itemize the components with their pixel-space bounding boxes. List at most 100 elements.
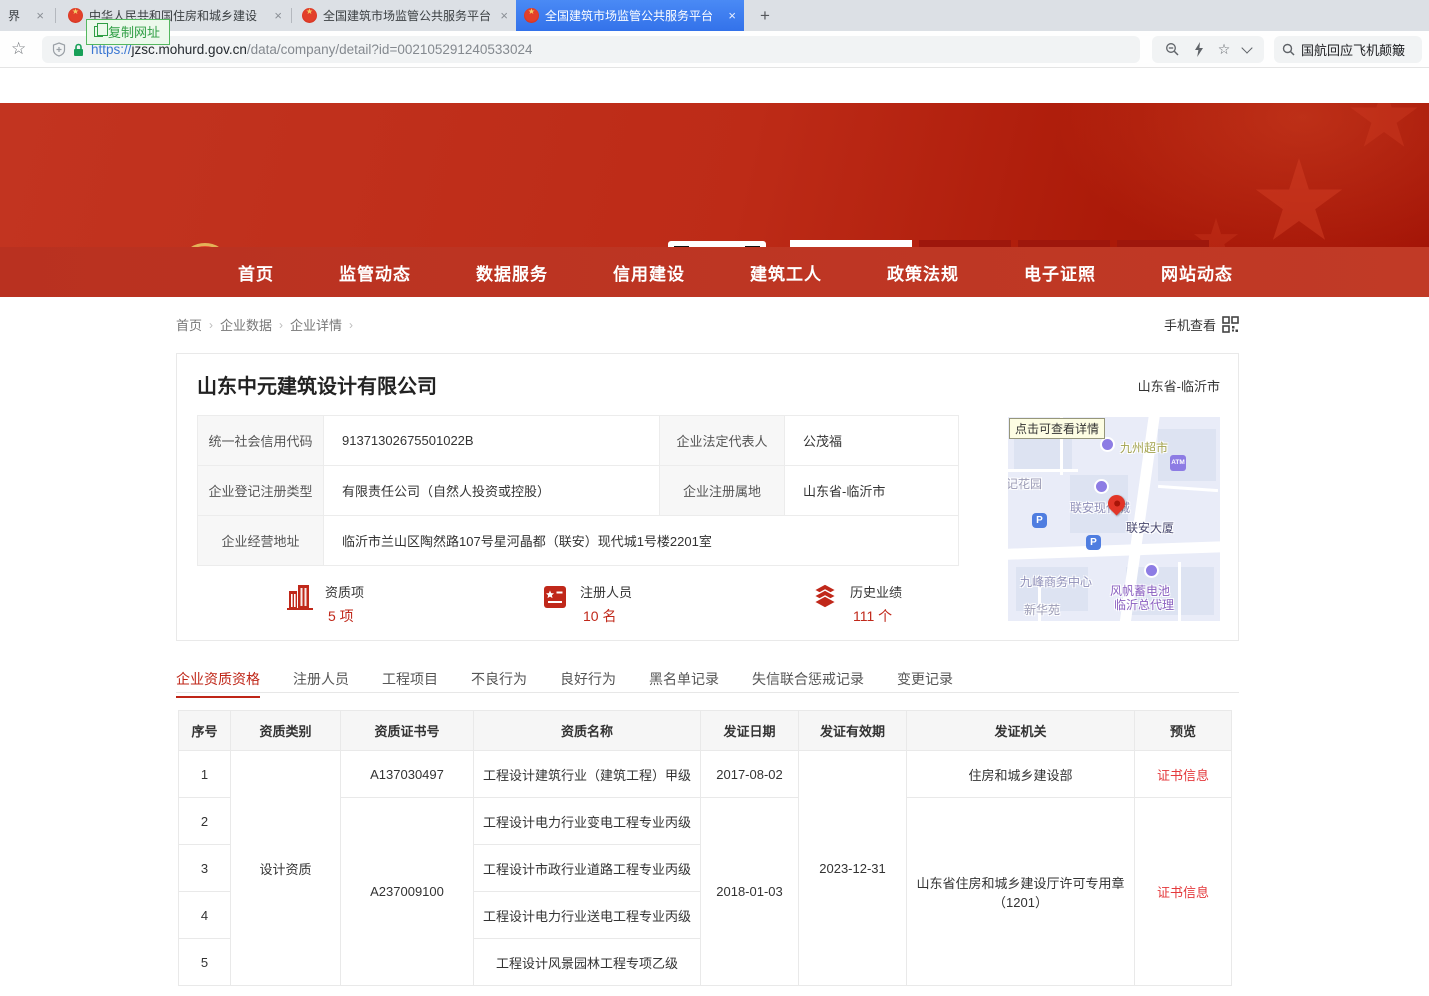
- tab-close-icon[interactable]: ×: [274, 8, 282, 23]
- col-header-issue-date: 发证日期: [701, 711, 799, 751]
- stat-value: 10 名: [580, 606, 632, 626]
- stat-value: 5 项: [325, 606, 364, 626]
- tab-projects[interactable]: 工程项目: [382, 669, 438, 698]
- stat-qualifications[interactable]: 资质项 5 项: [285, 582, 364, 626]
- table-header-row: 序号 资质类别 资质证书号 资质名称 发证日期 发证有效期 发证机关 预览: [179, 711, 1232, 751]
- browser-tab-1[interactable]: 界 ×: [0, 0, 52, 31]
- search-icon: [1282, 43, 1295, 56]
- tab-divider: [176, 692, 1239, 693]
- breadcrumb-home[interactable]: 首页: [176, 315, 202, 334]
- poi-label-xinhua: 新华苑: [1024, 601, 1060, 618]
- quick-search-box[interactable]: 国航回应飞机颠簸: [1274, 36, 1422, 63]
- zoom-out-icon[interactable]: [1165, 42, 1180, 57]
- nav-item-home[interactable]: 首页: [238, 260, 274, 285]
- stat-historical-performance[interactable]: 历史业绩 111 个: [810, 582, 902, 626]
- nav-item-e-license[interactable]: 电子证照: [1024, 260, 1096, 285]
- col-header-validity: 发证有效期: [799, 711, 907, 751]
- main-navigation: 首页 监管动态 数据服务 信用建设 建筑工人 政策法规 电子证照 网站动态: [0, 247, 1429, 297]
- qr-code-icon: [1222, 316, 1239, 333]
- chevron-down-icon[interactable]: [1242, 42, 1253, 53]
- tab-good-behavior[interactable]: 良好行为: [560, 669, 616, 698]
- tab-separator: [291, 8, 292, 23]
- table-row: 统一社会信用代码 91371302675501022B 企业法定代表人 公茂福: [198, 416, 959, 466]
- shield-permissions-icon[interactable]: [52, 42, 66, 57]
- layers-icon: [810, 582, 840, 612]
- col-header-no: 序号: [179, 711, 231, 751]
- nav-item-credit[interactable]: 信用建设: [613, 260, 685, 285]
- screen: 界 × 中华人民共和国住房和城乡建设 × 全国建筑市场监管公共服务平台 × 全国…: [0, 0, 1429, 996]
- breadcrumb-separator: ›: [349, 318, 353, 332]
- search-tab-project[interactable]: 建设项目: [1018, 240, 1110, 247]
- stat-registered-personnel[interactable]: 注册人员 10 名: [540, 582, 632, 626]
- poi-label-garden: 记花园: [1008, 475, 1042, 492]
- tab-registered-personnel[interactable]: 注册人员: [293, 669, 349, 698]
- site-banner: ★ 中华人民共和国住房和城乡建设部 www.mohurd.gov.cn 全国建筑…: [0, 103, 1429, 247]
- poi-label-lianan-tower: 联安大厦: [1126, 519, 1174, 536]
- nav-item-data-service[interactable]: 数据服务: [476, 260, 548, 285]
- tab-change-records[interactable]: 变更记录: [897, 669, 953, 698]
- breadcrumb-company-detail[interactable]: 企业详情: [290, 315, 342, 334]
- battery-poi-icon: [1144, 563, 1159, 578]
- certificate-info-link[interactable]: 证书信息: [1157, 885, 1209, 900]
- certificate-badge-icon: [540, 582, 570, 612]
- nav-item-supervision[interactable]: 监管动态: [339, 260, 411, 285]
- search-tab-enterprise[interactable]: 建设工程企业: [790, 240, 912, 247]
- address-bar[interactable]: https://jzsc.mohurd.gov.cn/data/company/…: [42, 36, 1140, 63]
- tab-close-icon[interactable]: ×: [728, 8, 736, 23]
- copy-url-tooltip[interactable]: 复制网址: [86, 19, 170, 45]
- tab-close-icon[interactable]: ×: [36, 8, 44, 23]
- qualification-category: 设计资质: [231, 751, 341, 986]
- browser-tab-3[interactable]: 全国建筑市场监管公共服务平台 ×: [294, 0, 516, 31]
- copy-icon: [94, 26, 103, 37]
- favorite-star-icon[interactable]: ☆: [1218, 41, 1231, 58]
- toolbar-icon-cluster: ☆: [1152, 36, 1264, 63]
- mobile-view-button[interactable]: 手机查看: [1164, 315, 1239, 334]
- field-label: 企业注册属地: [660, 466, 785, 516]
- breadcrumb-company-data[interactable]: 企业数据: [220, 315, 272, 334]
- browser-tab-strip: 界 × 中华人民共和国住房和城乡建设 × 全国建筑市场监管公共服务平台 × 全国…: [0, 0, 1429, 31]
- nav-item-policy[interactable]: 政策法规: [887, 260, 959, 285]
- field-label: 企业法定代表人: [660, 416, 785, 466]
- row-no: 5: [179, 939, 231, 986]
- field-label: 企业登记注册类型: [198, 466, 324, 516]
- poi-label-battery-2: 临沂总代理: [1114, 596, 1174, 613]
- row-no: 1: [179, 751, 231, 798]
- qualification-table: 序号 资质类别 资质证书号 资质名称 发证日期 发证有效期 发证机关 预览 1 …: [178, 710, 1232, 986]
- tab-blacklist[interactable]: 黑名单记录: [649, 669, 719, 698]
- search-tab-credit[interactable]: 诚信记录: [1117, 240, 1209, 247]
- col-header-cert-no: 资质证书号: [341, 711, 474, 751]
- nav-item-site-news[interactable]: 网站动态: [1161, 260, 1233, 285]
- col-header-authority: 发证机关: [907, 711, 1135, 751]
- mobile-view-label: 手机查看: [1164, 315, 1216, 334]
- bookmarks-star-icon[interactable]: ☆: [11, 39, 26, 59]
- new-tab-button[interactable]: +: [752, 0, 778, 31]
- location-map[interactable]: 点击可查看详情 九州超市 ATM 记花园 联安现代城 联安大厦 P P 九峰商务…: [1008, 417, 1220, 621]
- col-header-category: 资质类别: [231, 711, 341, 751]
- flash-extension-icon[interactable]: [1193, 42, 1205, 57]
- qualification-name: 工程设计电力行业变电工程专业丙级: [474, 798, 701, 845]
- company-region: 山东省-临沂市: [1138, 376, 1220, 395]
- tab-close-icon[interactable]: ×: [500, 8, 508, 23]
- table-row: 企业经营地址 临沂市兰山区陶然路107号星河晶都（联安）现代城1号楼2201室: [198, 516, 959, 566]
- issue-date: 2018-01-03: [701, 798, 799, 986]
- certificate-info-link[interactable]: 证书信息: [1157, 768, 1209, 783]
- tab-dishonesty-records[interactable]: 失信联合惩戒记录: [752, 669, 864, 698]
- url-path: /data/company/detail?id=0021052912405330…: [247, 42, 533, 57]
- issuing-authority: 山东省住房和城乡建设厅许可专用章 （1201）: [907, 798, 1135, 986]
- tab-qualifications[interactable]: 企业资质资格: [176, 669, 260, 698]
- company-info-table: 统一社会信用代码 91371302675501022B 企业法定代表人 公茂福 …: [197, 415, 959, 566]
- search-tab-personnel[interactable]: 从业人员: [919, 240, 1011, 247]
- qualification-name: 工程设计市政行业道路工程专业丙级: [474, 845, 701, 892]
- tab-bad-behavior[interactable]: 不良行为: [471, 669, 527, 698]
- qualification-name: 工程设计建筑行业（建筑工程）甲级: [474, 751, 701, 798]
- browser-tab-4-active[interactable]: 全国建筑市场监管公共服务平台 ×: [516, 0, 744, 31]
- table-row: 企业登记注册类型 有限责任公司（自然人投资或控股） 企业注册属地 山东省-临沂市: [198, 466, 959, 516]
- stat-label: 历史业绩: [850, 582, 902, 601]
- row-no: 2: [179, 798, 231, 845]
- search-category-tabs: 建设工程企业 从业人员 建设项目 诚信记录: [790, 240, 1209, 247]
- supermarket-poi-icon: [1100, 437, 1115, 452]
- col-header-preview: 预览: [1135, 711, 1232, 751]
- banner-flag-decoration: [1009, 103, 1429, 247]
- nav-item-workers[interactable]: 建筑工人: [750, 260, 822, 285]
- company-name: 山东中元建筑设计有限公司: [197, 370, 437, 399]
